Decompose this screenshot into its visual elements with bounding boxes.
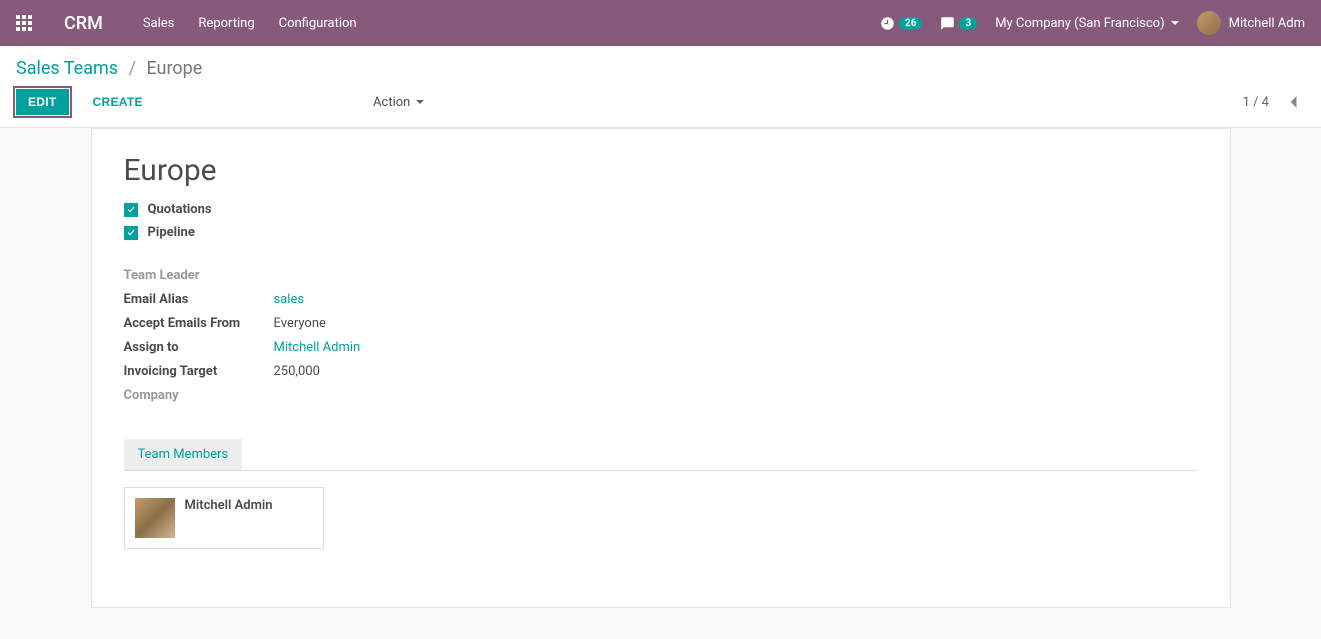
avatar [1197,11,1221,35]
action-label: Action [373,95,410,110]
pipeline-checkbox[interactable] [124,226,138,240]
tab-content: Mitchell Admin [124,470,1198,549]
activities-button[interactable]: 26 [880,16,922,31]
edit-button[interactable]: Edit [16,89,69,115]
navbar: CRM Sales Reporting Configuration 26 3 M… [0,0,1321,46]
activities-count: 26 [899,17,922,30]
control-panel: Sales Teams / Europe Edit Create Action … [0,46,1321,128]
tab-team-members[interactable]: Team Members [124,439,243,470]
avatar [135,498,175,538]
messages-count: 3 [959,17,977,30]
main-menu: Sales Reporting Configuration [143,16,357,31]
member-name: Mitchell Admin [185,498,273,513]
invoicing-target-label: Invoicing Target [124,364,274,379]
pager: 1 / 4 [1243,90,1305,114]
create-button[interactable]: Create [81,89,155,115]
pipeline-checkbox-row: Pipeline [124,225,1198,240]
pager-prev[interactable] [1281,90,1305,114]
chevron-left-icon [1288,95,1298,109]
user-menu[interactable]: Mitchell Adm [1197,11,1305,35]
email-alias-value[interactable]: sales [274,292,684,307]
menu-sales[interactable]: Sales [143,16,175,31]
accept-emails-value: Everyone [274,316,684,331]
form-sheet: Europe Quotations Pipeline Team Leader E… [91,128,1231,608]
breadcrumb-parent[interactable]: Sales Teams [16,58,118,79]
member-card[interactable]: Mitchell Admin [124,487,324,549]
brand[interactable]: CRM [64,13,103,34]
menu-reporting[interactable]: Reporting [198,16,254,31]
menu-configuration[interactable]: Configuration [279,16,357,31]
assign-to-label: Assign to [124,340,274,355]
company-label: Company [124,388,684,403]
email-alias-label: Email Alias [124,292,274,307]
quotations-checkbox-row: Quotations [124,202,1198,217]
field-grid: Team Leader Email Alias sales Accept Ema… [124,268,684,403]
chat-icon [940,16,955,31]
pager-text[interactable]: 1 / 4 [1243,95,1269,110]
breadcrumb: Sales Teams / Europe [0,46,1321,89]
team-leader-label: Team Leader [124,268,684,283]
accept-emails-label: Accept Emails From [124,316,274,331]
company-switcher[interactable]: My Company (San Francisco) [995,16,1178,31]
apps-icon[interactable] [16,15,32,31]
checkmark-icon [126,228,136,238]
clock-icon [880,16,895,31]
tabs: Team Members Mitchell Admin [124,439,1198,549]
invoicing-target-value: 250,000 [274,364,684,379]
action-dropdown[interactable]: Action [373,95,424,110]
assign-to-value[interactable]: Mitchell Admin [274,340,684,355]
quotations-label: Quotations [148,202,212,217]
chevron-down-icon [1171,21,1179,25]
breadcrumb-current: Europe [146,58,202,79]
chevron-down-icon [416,100,424,104]
breadcrumb-separator: / [129,58,136,79]
pipeline-label: Pipeline [148,225,195,240]
form-container: Europe Quotations Pipeline Team Leader E… [0,128,1321,638]
company-name: My Company (San Francisco) [995,16,1164,31]
messages-button[interactable]: 3 [940,16,977,31]
page-title: Europe [124,153,1198,188]
quotations-checkbox[interactable] [124,203,138,217]
checkmark-icon [126,205,136,215]
user-name: Mitchell Adm [1229,16,1305,31]
